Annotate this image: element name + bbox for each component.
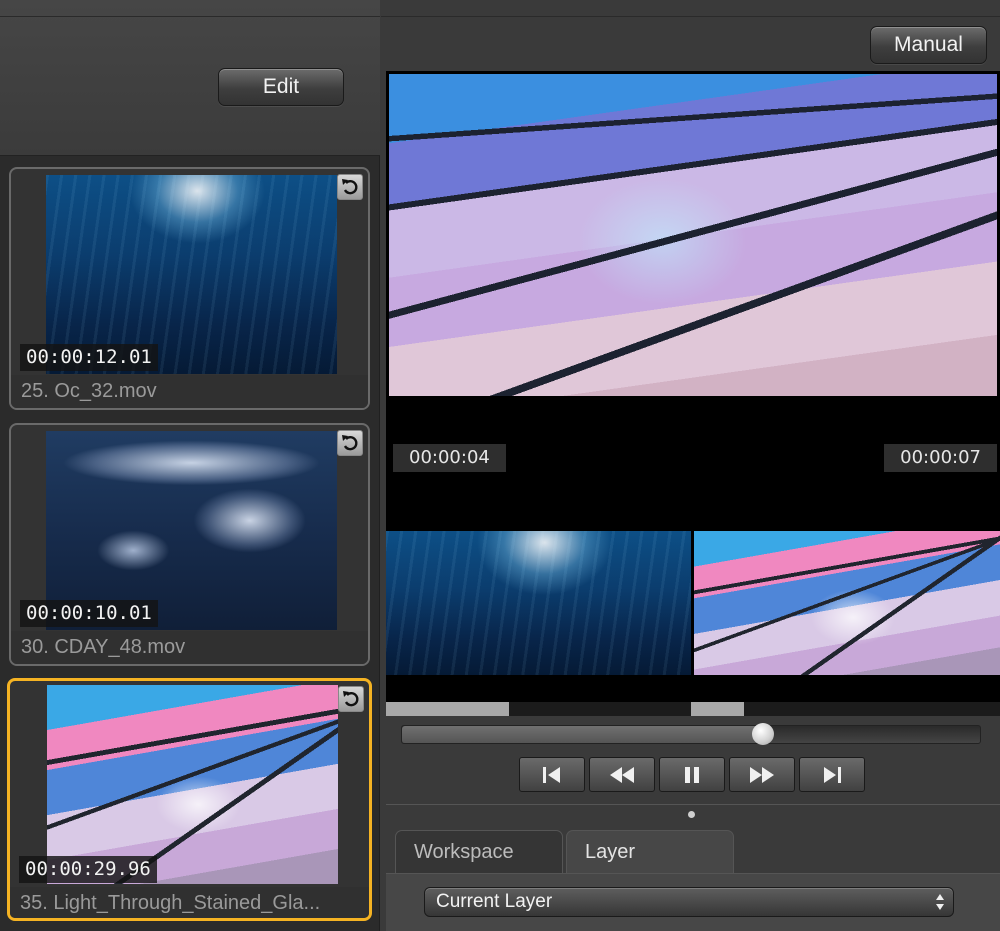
- timecode-next: 00:00:07: [884, 444, 997, 472]
- library-header: Edit: [0, 0, 380, 156]
- rewind-button[interactable]: [589, 757, 655, 792]
- fast-forward-button[interactable]: [729, 757, 795, 792]
- loop-icon[interactable]: [337, 430, 363, 456]
- fast-forward-icon: [747, 764, 777, 786]
- loop-icon[interactable]: [338, 686, 364, 712]
- clip-duration: 00:00:29.96: [19, 856, 157, 883]
- layer-select[interactable]: Current Layer: [424, 887, 954, 917]
- skip-to-start-icon: [540, 764, 564, 786]
- tab-layer[interactable]: Layer: [566, 830, 734, 874]
- skip-to-end-button[interactable]: [799, 757, 865, 792]
- loop-icon[interactable]: [337, 174, 363, 200]
- timecode-current: 00:00:04: [393, 444, 506, 472]
- rewind-icon: [607, 764, 637, 786]
- clip-filename: 35. Light_Through_Stained_Gla...: [10, 887, 369, 918]
- playback-slider[interactable]: [401, 723, 981, 745]
- clip-filename: 25. Oc_32.mov: [11, 375, 368, 408]
- skip-to-end-icon: [820, 764, 844, 786]
- skip-to-start-button[interactable]: [519, 757, 585, 792]
- clip-item[interactable]: 00:00:10.01 30. CDAY_48.mov: [9, 423, 370, 666]
- playback-slider-knob[interactable]: [752, 723, 775, 745]
- transition-to-thumbnail: [694, 531, 1000, 675]
- preview-viewer[interactable]: 00:00:04 00:00:07: [386, 71, 1000, 703]
- playback-slider-fill: [402, 726, 764, 743]
- preview-panel: Manual 00:00:04 00:00:07 Workspace Layer…: [381, 0, 1000, 931]
- clip-duration: 00:00:10.01: [20, 600, 158, 627]
- edit-button[interactable]: Edit: [218, 68, 344, 106]
- clip-library-panel: Edit 00:00:12.01 25. Oc_32.mov 00:00:10.…: [0, 0, 380, 931]
- pause-button[interactable]: [659, 757, 725, 792]
- resize-handle[interactable]: [688, 811, 695, 818]
- manual-button[interactable]: Manual: [870, 26, 987, 64]
- transport-controls: [519, 757, 865, 792]
- segment-marker[interactable]: [691, 702, 744, 716]
- layer-select-value: Current Layer: [436, 891, 553, 912]
- clip-thumbnail: [47, 685, 338, 884]
- clip-item[interactable]: 00:00:12.01 25. Oc_32.mov: [9, 167, 370, 410]
- main-preview-image: [389, 74, 997, 396]
- updown-arrows-icon: [935, 892, 945, 912]
- transition-from-thumbnail: [386, 531, 691, 675]
- tab-workspace[interactable]: Workspace: [395, 830, 563, 874]
- pause-icon: [681, 764, 703, 786]
- divider: [386, 804, 1000, 805]
- clip-item-selected[interactable]: 00:00:29.96 35. Light_Through_Stained_Gl…: [7, 678, 372, 921]
- clip-filename: 30. CDAY_48.mov: [11, 631, 368, 664]
- clip-duration: 00:00:12.01: [20, 344, 158, 371]
- segment-marker[interactable]: [386, 702, 509, 716]
